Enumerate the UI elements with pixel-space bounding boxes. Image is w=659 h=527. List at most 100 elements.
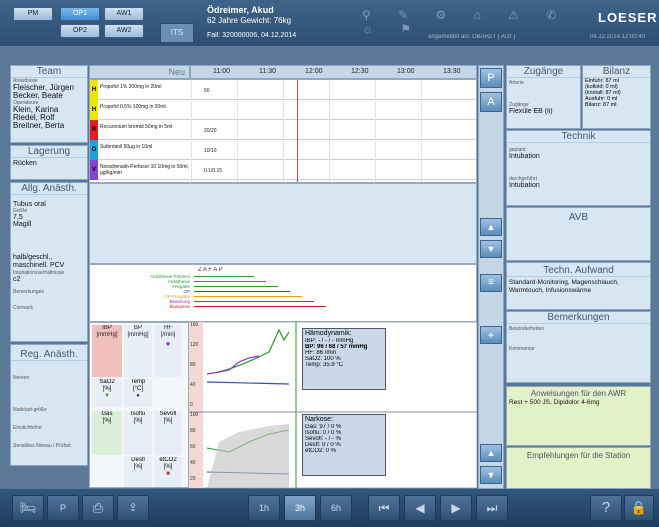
time-label: 12:00 <box>305 68 323 75</box>
help-button[interactable]: ? <box>590 495 622 521</box>
brand-logo: LOESER <box>598 10 658 25</box>
aufwand-panel[interactable]: Techn. Aufwand Standard-Monitoring, Mage… <box>506 262 651 310</box>
zugaenge-panel[interactable]: Zugänge Arterie Zugänge Flexüle EB (li) <box>506 65 581 129</box>
lagerung-panel[interactable]: Lagerung Rücken <box>10 145 88 180</box>
neu-header[interactable]: Neu <box>89 65 190 79</box>
station-panel[interactable]: Empfehlungen für die Station <box>506 447 651 489</box>
print-icon-button[interactable]: ⎙ <box>82 495 114 521</box>
y-axis-tick: 60 <box>190 444 196 450</box>
medication-type-badge: H <box>90 100 98 120</box>
temp-box[interactable]: Temp [°C] ● <box>124 379 152 407</box>
role-aw1-button[interactable]: AW1 <box>104 7 144 21</box>
neu-label: Neu <box>168 67 185 77</box>
grid-line <box>329 80 330 182</box>
event-bar <box>194 296 302 297</box>
gas-box[interactable]: Gas [%] <box>92 411 122 455</box>
team-title: Team <box>11 66 87 78</box>
params-panel: IBP [mmHg] BP [mmHg] HF [/min] ● SaO2 [%… <box>89 322 189 488</box>
side-a-button[interactable]: A <box>480 92 502 112</box>
bilanz-panel[interactable]: Bilanz Einfuhr: 87 ml (kolloid: 0 ml) (k… <box>582 65 651 129</box>
cormack-label: Cormack <box>13 305 34 311</box>
awr-value: Rest + 500 JS, Dipidolor 4-6mg <box>509 399 600 406</box>
previous-icon[interactable]: ◀ <box>404 495 436 521</box>
role-op2-button[interactable]: OP2 <box>60 24 100 38</box>
event-bar <box>194 301 314 302</box>
y-axis-tick: 80 <box>190 362 196 368</box>
zoom-1h-button[interactable]: 1h <box>248 495 280 521</box>
hemodynamik-box: Hämodynamik: IBP: - / - / - mmHg BP: 96 … <box>302 328 386 390</box>
etco2-label: etCO2 [%] <box>159 457 177 470</box>
scroll-down-button[interactable]: ▼ <box>480 240 502 258</box>
einstich-label: Einstichhöhe <box>13 425 42 431</box>
bemerkungen-title: Bemerkungen <box>507 312 650 324</box>
medication-label: Propofol 1% 200mg in 20ml <box>100 84 162 90</box>
reg-anaesth-panel[interactable]: Reg. Anästh. Nerven Nadelart-größe Einst… <box>10 344 88 466</box>
sevofl-box[interactable]: Sevofl [%] <box>154 411 182 455</box>
etco2-marker-icon: ■ <box>166 471 170 477</box>
last-page-icon[interactable]: ⏭ <box>476 495 508 521</box>
avb-panel[interactable]: AVB <box>506 207 651 261</box>
role-pm-button[interactable]: PM <box>13 7 53 21</box>
magill-value: Magill <box>13 221 32 228</box>
operateur-name-3: Breitner, Berta <box>13 121 65 130</box>
grid-line <box>421 80 422 182</box>
first-page-icon[interactable]: ⏮ <box>368 495 400 521</box>
lock-icon-button[interactable]: 🔒 <box>624 495 654 521</box>
bp-box[interactable]: BP [mmHg] <box>124 325 152 377</box>
bemerkungen-label: Bemerkungen <box>13 289 45 295</box>
y-axis-tick: 40 <box>190 382 196 388</box>
hf-box[interactable]: HF [/min] ● <box>154 325 182 377</box>
time-label: 13:00 <box>397 68 415 75</box>
isoflu-label: Isoflu [%] <box>130 411 146 424</box>
grid-empty-area <box>89 183 477 264</box>
sao2-label: SaO2 [%] <box>99 379 115 392</box>
scroll-down-button-2[interactable]: ▼ <box>480 466 502 484</box>
time-label: 13:30 <box>443 68 461 75</box>
grid-line <box>375 80 376 182</box>
list-icon[interactable]: ≡ <box>480 274 502 292</box>
event-markers: Z A F A P <box>198 267 223 273</box>
bp-label: BP [mmHg] <box>127 325 149 338</box>
time-label: 12:30 <box>351 68 369 75</box>
hf-marker-icon: ● <box>165 339 171 348</box>
time-label: 11:00 <box>213 68 230 75</box>
allg-anaesth-panel[interactable]: Allg. Anästh. Tubus oral Größe 7,5 Magil… <box>10 182 88 342</box>
narkose-line-etco2: etCO2: 0 % <box>305 448 337 454</box>
y-axis-tick: 0 <box>190 402 193 408</box>
toolbar-icons[interactable]: ⚲ ✎ ⚙ ⌂ ⚠ ✆ ☼ ⚑ <box>362 8 592 36</box>
narkose-title: Narkose: <box>305 416 334 423</box>
zoom-3h-button[interactable]: 3h <box>284 495 316 521</box>
event-bar <box>194 281 266 282</box>
side-p-button[interactable]: P <box>480 68 502 88</box>
ibp-box[interactable]: IBP [mmHg] <box>92 325 122 377</box>
next-icon[interactable]: ▶ <box>440 495 472 521</box>
nerven-label: Nerven <box>13 375 30 381</box>
role-op1-button[interactable]: OP1 <box>60 7 100 21</box>
logged-in-user: angemeldet als: OBARZT [ Arzt ] <box>428 34 515 40</box>
desfl-label: Desfl [%] <box>131 457 145 470</box>
bemerkungen-panel[interactable]: Bemerkungen Besonderheiten Kommentar <box>506 311 651 383</box>
patient-name: Ödreimer, Akud <box>207 5 274 15</box>
desfl-box[interactable]: Desfl [%] <box>124 457 152 487</box>
zugaenge-title: Zugänge <box>507 66 580 78</box>
y-axis-tick: 20 <box>190 476 196 482</box>
role-aw2-button[interactable]: AW2 <box>104 24 144 38</box>
side-plus-button[interactable]: + <box>480 326 502 344</box>
zoom-6h-button[interactable]: 6h <box>320 495 352 521</box>
team-panel[interactable]: Team Anästhesie Fleischer, Jürgen Becker… <box>10 65 88 143</box>
footer-p-button[interactable]: P <box>47 495 79 521</box>
its-button[interactable]: ITS <box>160 23 194 43</box>
event-bar <box>194 306 326 307</box>
transfer-icon-button[interactable]: ⇪ <box>117 495 149 521</box>
awr-panel[interactable]: Anweisungen für den AWR Rest + 500 JS, D… <box>506 386 651 446</box>
etco2-box[interactable]: etCO2 [%] ■ <box>154 457 182 487</box>
sao2-box[interactable]: SaO2 [%] ▼ <box>92 379 122 407</box>
scroll-up-button[interactable]: ▲ <box>480 218 502 236</box>
y-axis-tick: 160 <box>190 322 199 328</box>
isoflu-box[interactable]: Isoflu [%] <box>124 411 152 455</box>
arterie-label: Arterie <box>509 80 524 86</box>
aufwand-value: Standard-Monitoring, Magenschlauch, Warm… <box>509 279 619 294</box>
scroll-up-button-2[interactable]: ▲ <box>480 444 502 462</box>
bed-icon-button[interactable]: 🛏 <box>12 495 44 521</box>
technik-panel[interactable]: Technik geplant Intubation durchgeführt … <box>506 130 651 206</box>
